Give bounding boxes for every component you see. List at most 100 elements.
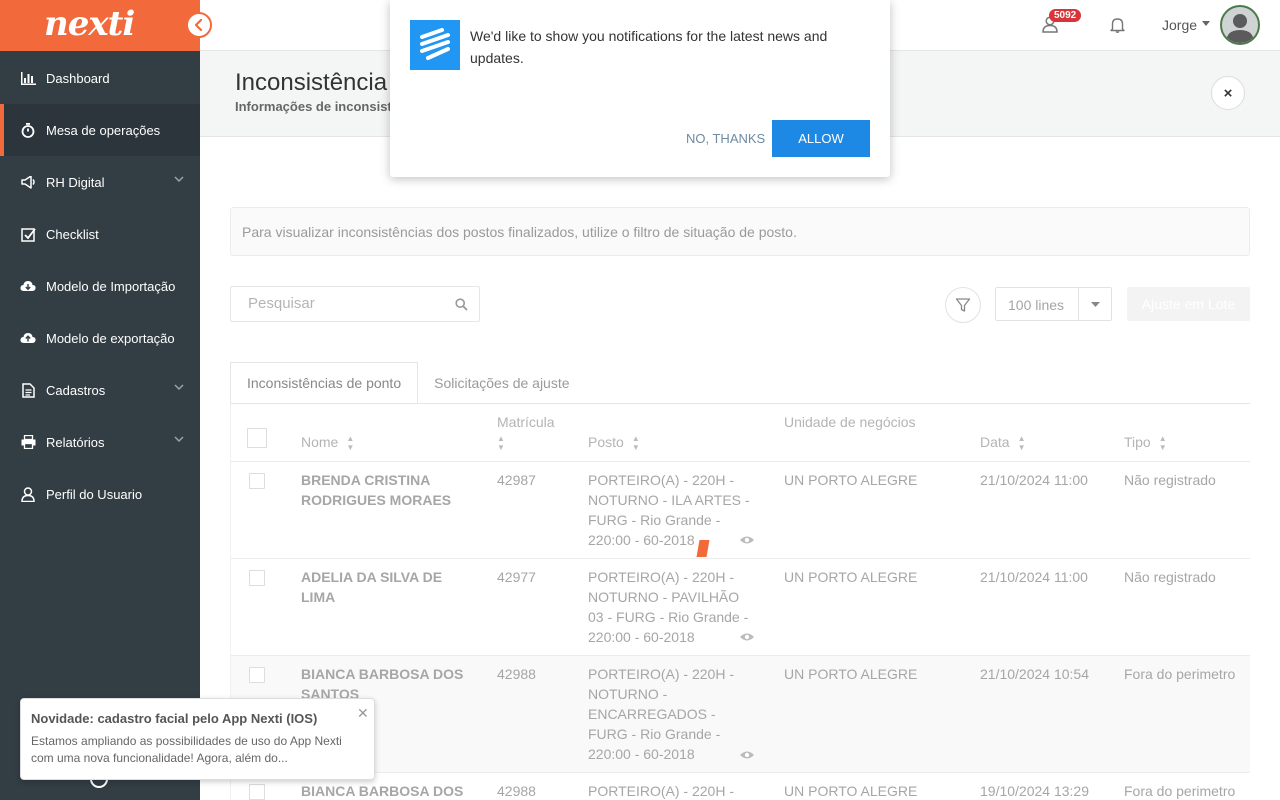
table-header: Nome ▲ ▼ Matrícula ▲ ▼ Posto ▲ ▼ Unidade de n… bbox=[231, 404, 1250, 462]
close-button[interactable]: × bbox=[1211, 76, 1245, 110]
sidebar-item-dashboard[interactable]: Dashboard bbox=[0, 52, 200, 104]
cell-tipo: Fora do perimetro bbox=[1124, 783, 1236, 799]
page-title: Inconsistência bbox=[235, 69, 388, 96]
cell-matricula: 42977 bbox=[497, 569, 536, 585]
funnel-icon bbox=[955, 298, 971, 312]
cell-matricula: 42987 bbox=[497, 472, 536, 488]
cell-unidade: UN PORTO ALEGRE bbox=[784, 666, 918, 682]
cell-nome: BIANCA BARBOSA DOS bbox=[301, 783, 464, 799]
eye-icon[interactable] bbox=[739, 535, 755, 545]
column-header-matricula[interactable]: Matrícula bbox=[497, 414, 555, 430]
row-checkbox[interactable] bbox=[249, 784, 265, 800]
sidebar-item-cadastros[interactable]: Cadastros bbox=[0, 364, 200, 416]
sidebar-item-mesa-de-operacoes[interactable]: Mesa de operações bbox=[0, 104, 200, 156]
table-row[interactable]: BIANCA BARBOSA DOS 42988 PORTEIRO(A) - 2… bbox=[231, 773, 1250, 800]
sort-icon[interactable]: ▲ ▼ bbox=[497, 434, 505, 452]
nexti-logo[interactable]: nexti bbox=[44, 4, 135, 44]
search-box bbox=[230, 286, 480, 322]
sort-matricula[interactable]: ▲ ▼ bbox=[497, 434, 505, 452]
row-checkbox[interactable] bbox=[249, 570, 265, 586]
batch-adjust-label: Ajuste em Lote bbox=[1141, 296, 1236, 312]
sidebar-item-modelo-de-exportacao[interactable]: Modelo de exportação bbox=[0, 312, 200, 364]
cloud-download-icon bbox=[20, 278, 36, 294]
sidebar-item-relatorios[interactable]: Relatórios bbox=[0, 416, 200, 468]
chevron-down-icon bbox=[174, 384, 184, 391]
user-name[interactable]: Jorge bbox=[1162, 17, 1197, 33]
table-row[interactable]: BIANCA BARBOSA DOS SANTOS 42988 PORTEIRO… bbox=[231, 656, 1250, 773]
cell-data: 21/10/2024 10:54 bbox=[980, 666, 1089, 682]
sidebar-item-perfil-do-usuario[interactable]: Perfil do Usuario bbox=[0, 468, 200, 520]
sidebar-item-label: Modelo de exportação bbox=[46, 330, 175, 346]
row-checkbox[interactable] bbox=[249, 667, 265, 683]
chevron-down-icon bbox=[174, 176, 184, 183]
cell-nome: BRENDA CRISTINA RODRIGUES MORAES bbox=[301, 472, 452, 508]
page-subtitle: Informações de inconsistê bbox=[235, 99, 399, 114]
cell-posto: PORTEIRO(A) - 220H - NOTURNO - PAVILHÃO … bbox=[588, 569, 749, 645]
cell-matricula: 42988 bbox=[497, 783, 536, 799]
column-header-tipo[interactable]: Tipo ▲ ▼ bbox=[1124, 434, 1167, 452]
info-message: Para visualizar inconsistências dos post… bbox=[230, 207, 1250, 256]
allow-button[interactable]: ALLOW bbox=[772, 120, 870, 157]
row-checkbox[interactable] bbox=[249, 473, 265, 489]
toast-title: Novidade: cadastro facial pelo App Nexti… bbox=[31, 711, 318, 726]
sort-icon[interactable]: ▲ ▼ bbox=[632, 434, 640, 452]
table-row[interactable]: ADELIA DA SILVA DE LIMA 42977 PORTEIRO(A… bbox=[231, 559, 1250, 656]
sidebar-item-label: Relatórios bbox=[46, 434, 105, 450]
cell-matricula: 42988 bbox=[497, 666, 536, 682]
select-all-checkbox[interactable] bbox=[247, 428, 267, 448]
app-logo-icon bbox=[410, 20, 460, 70]
search-icon[interactable] bbox=[455, 298, 468, 311]
sidebar-item-rh-digital[interactable]: RH Digital bbox=[0, 156, 200, 208]
table-row[interactable]: BRENDA CRISTINA RODRIGUES MORAES 42987 P… bbox=[231, 462, 1250, 559]
cell-posto: PORTEIRO(A) - 220H - bbox=[588, 783, 734, 799]
printer-icon bbox=[20, 434, 36, 450]
caret-down-icon[interactable] bbox=[1202, 21, 1210, 27]
sort-icon[interactable]: ▲ ▼ bbox=[1018, 434, 1026, 452]
news-toast[interactable]: Novidade: cadastro facial pelo App Nexti… bbox=[20, 698, 375, 780]
sidebar-item-label: RH Digital bbox=[46, 174, 105, 190]
sidebar-item-label: Modelo de Importação bbox=[46, 278, 176, 294]
column-header-posto[interactable]: Posto ▲ ▼ bbox=[588, 434, 640, 452]
no-thanks-button[interactable]: NO, THANKS bbox=[686, 131, 765, 146]
cell-unidade: UN PORTO ALEGRE bbox=[784, 569, 918, 585]
filter-button[interactable] bbox=[945, 287, 981, 323]
checklist-icon bbox=[20, 226, 36, 242]
document-icon bbox=[20, 382, 36, 398]
sidebar-item-label: Checklist bbox=[46, 226, 99, 242]
cell-unidade: UN PORTO ALEGRE bbox=[784, 472, 918, 488]
sidebar: nexti Dashboard Mesa de operações RH Dig… bbox=[0, 0, 212, 800]
search-input[interactable] bbox=[248, 295, 448, 312]
lines-per-page-select[interactable]: 100 lines bbox=[995, 287, 1112, 321]
tab-solicitacoes-de-ajuste[interactable]: Solicitações de ajuste bbox=[418, 362, 585, 404]
column-header-unidade[interactable]: Unidade de negócios bbox=[784, 414, 916, 430]
sidebar-item-label: Perfil do Usuario bbox=[46, 486, 143, 502]
tab-inconsistencias-de-ponto[interactable]: Inconsistências de ponto bbox=[230, 362, 419, 404]
close-icon[interactable]: ✕ bbox=[357, 705, 369, 722]
notification-message: We'd like to show you notifications for … bbox=[470, 28, 828, 66]
collapse-sidebar-button[interactable] bbox=[186, 12, 212, 38]
batch-adjust-button[interactable]: Ajuste em Lote bbox=[1127, 287, 1250, 321]
eye-icon[interactable] bbox=[739, 750, 755, 760]
chart-icon bbox=[20, 70, 36, 86]
cell-data: 21/10/2024 11:00 bbox=[980, 472, 1088, 488]
tabs: Inconsistências de ponto Solicitações de… bbox=[230, 362, 586, 404]
close-icon: × bbox=[1223, 84, 1233, 102]
sidebar-item-modelo-de-importacao[interactable]: Modelo de Importação bbox=[0, 260, 200, 312]
bell-icon[interactable] bbox=[1110, 17, 1125, 33]
sort-icon[interactable]: ▲ ▼ bbox=[346, 434, 354, 452]
inconsistencies-table: Nome ▲ ▼ Matrícula ▲ ▼ Posto ▲ ▼ Unidade de n… bbox=[230, 403, 1250, 800]
column-header-nome[interactable]: Nome ▲ ▼ bbox=[301, 434, 354, 452]
column-header-data[interactable]: Data ▲ ▼ bbox=[980, 434, 1026, 452]
select-divider bbox=[1078, 288, 1079, 320]
caret-down-icon[interactable] bbox=[1091, 302, 1100, 308]
sidebar-item-label: Dashboard bbox=[46, 70, 110, 86]
sidebar-item-label: Cadastros bbox=[46, 382, 106, 398]
lines-per-page-value: 100 lines bbox=[1008, 297, 1065, 313]
sort-icon[interactable]: ▲ ▼ bbox=[1159, 434, 1167, 452]
avatar[interactable] bbox=[1220, 5, 1260, 45]
eye-icon[interactable] bbox=[739, 632, 755, 642]
sidebar-item-checklist[interactable]: Checklist bbox=[0, 208, 200, 260]
sidebar-item-label: Mesa de operações bbox=[46, 122, 161, 138]
cell-unidade: UN PORTO ALEGRE bbox=[784, 783, 918, 799]
cell-nome: ADELIA DA SILVA DE LIMA bbox=[301, 569, 443, 605]
